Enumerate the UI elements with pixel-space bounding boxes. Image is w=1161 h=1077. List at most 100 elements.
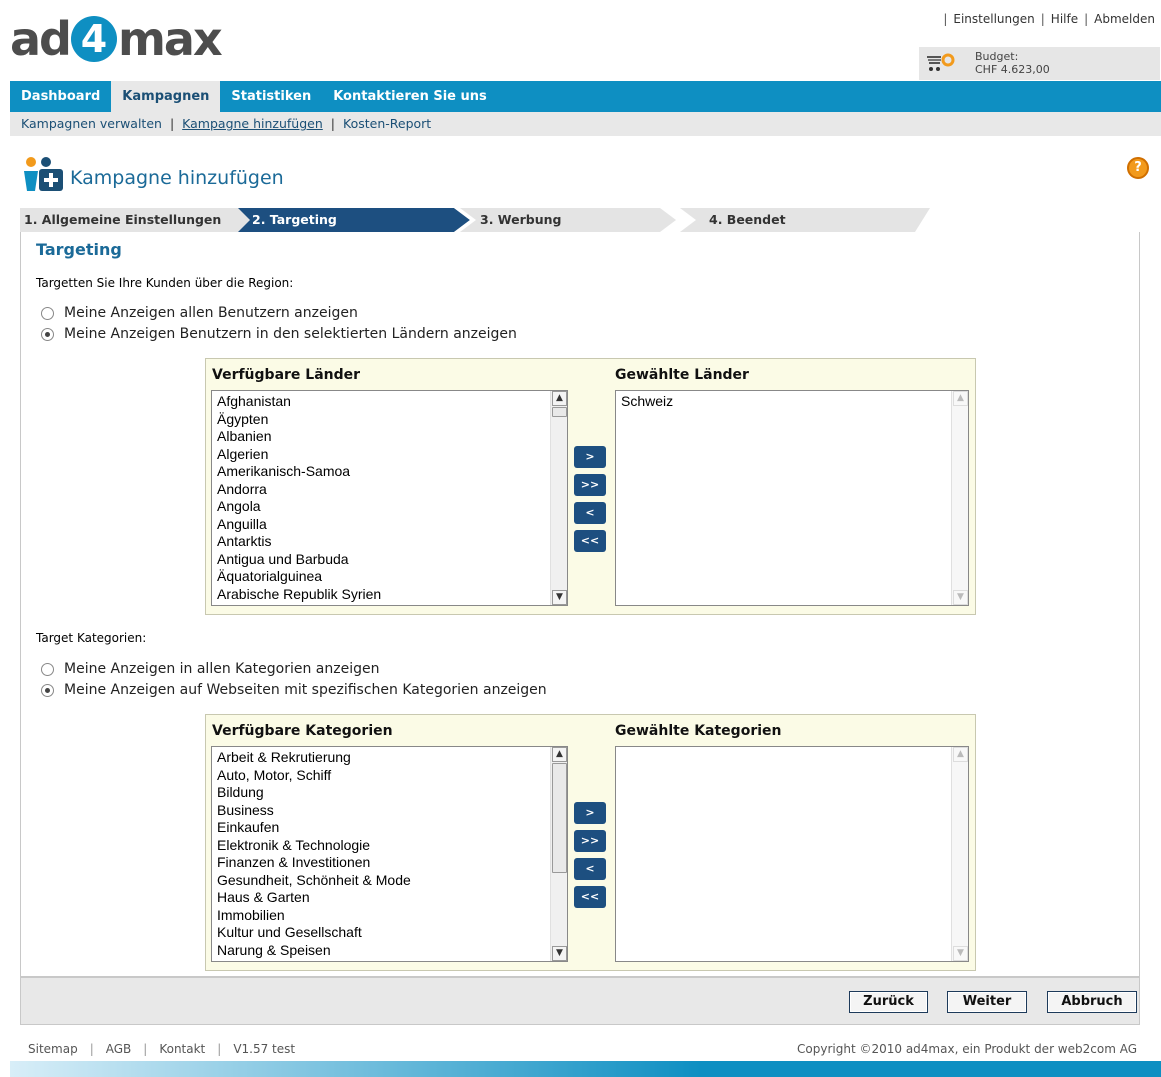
list-option[interactable]: Anguilla: [212, 516, 567, 534]
wizard-steps: 1. Allgemeine Einstellungen 2. Targeting…: [20, 208, 930, 232]
budget-label: Budget:: [975, 50, 1019, 63]
list-option[interactable]: Narung & Speisen: [212, 942, 567, 960]
categories-selected-header: Gewählte Kategorien: [615, 723, 782, 739]
radio-button[interactable]: [41, 662, 54, 676]
category-label: Target Kategorien:: [36, 631, 147, 645]
region-option-selected[interactable]: Meine Anzeigen Benutzern in den selektie…: [41, 326, 517, 342]
logout-link[interactable]: Abmelden: [1094, 12, 1155, 26]
subnav-kampagne-hinzufuegen[interactable]: Kampagne hinzufügen: [182, 116, 323, 131]
list-option[interactable]: Andorra: [212, 481, 567, 499]
nav-statistiken[interactable]: Statistiken: [220, 81, 322, 112]
categories-available-header: Verfügbare Kategorien: [212, 723, 393, 739]
help-icon[interactable]: ?: [1127, 157, 1149, 179]
next-button[interactable]: Weiter: [947, 991, 1027, 1013]
list-option[interactable]: Arbeit & Rekrutierung: [212, 749, 567, 767]
region-label: Targetten Sie Ihre Kunden über die Regio…: [36, 276, 294, 290]
list-option[interactable]: Gesundheit, Schönheit & Mode: [212, 872, 567, 890]
list-option[interactable]: Einkaufen: [212, 819, 567, 837]
radio-button[interactable]: [41, 306, 54, 320]
scroll-up-icon[interactable]: ▲: [552, 391, 567, 406]
list-option[interactable]: Immobilien: [212, 907, 567, 925]
list-option[interactable]: Albanien: [212, 428, 567, 446]
help-link[interactable]: Hilfe: [1051, 12, 1078, 26]
list-option[interactable]: Antarktis: [212, 533, 567, 551]
list-option[interactable]: Antigua und Barbuda: [212, 551, 567, 569]
budget-box: Budget: CHF 4.623,00: [919, 47, 1160, 80]
list-option[interactable]: Afghanistan: [212, 393, 567, 411]
move-left-button[interactable]: <: [574, 502, 606, 524]
top-links: | Einstellungen | Hilfe | Abmelden: [943, 12, 1155, 26]
subnav-kampagnen-verwalten[interactable]: Kampagnen verwalten: [21, 116, 162, 131]
cancel-button[interactable]: Abbruch: [1047, 991, 1137, 1013]
move-right-button[interactable]: >: [574, 802, 606, 824]
scroll-down-icon[interactable]: ▼: [552, 946, 567, 961]
region-option-all[interactable]: Meine Anzeigen allen Benutzern anzeigen: [41, 305, 358, 321]
list-option[interactable]: Angola: [212, 498, 567, 516]
logo-mark: 4: [70, 16, 117, 62]
move-all-right-button[interactable]: >>: [574, 830, 606, 852]
footer: Sitemap | AGB | Kontakt | V1.57 test Copyri…: [28, 1042, 1137, 1056]
logo-text-pre: ad: [10, 12, 72, 66]
logo[interactable]: ad 4 max: [10, 12, 223, 66]
move-right-button[interactable]: >: [574, 446, 606, 468]
scroll-thumb[interactable]: [552, 763, 567, 873]
bottom-strip: [10, 1061, 1161, 1077]
list-option[interactable]: Finanzen & Investitionen: [212, 854, 567, 872]
list-option[interactable]: Bildung: [212, 784, 567, 802]
list-option[interactable]: Business: [212, 802, 567, 820]
categories-available-list[interactable]: Arbeit & Rekrutierung Auto, Motor, Schiff…: [211, 746, 568, 962]
radio-button-checked[interactable]: [41, 683, 54, 697]
scroll-up-icon: ▲: [953, 391, 968, 406]
nav-kontakt[interactable]: Kontaktieren Sie uns: [322, 81, 498, 112]
back-button[interactable]: Zurück: [849, 991, 928, 1013]
list-option[interactable]: Arabische Republik Syrien: [212, 586, 567, 604]
settings-link[interactable]: Einstellungen: [953, 12, 1034, 26]
move-all-left-button[interactable]: <<: [574, 886, 606, 908]
step-1: 1. Allgemeine Einstellungen: [24, 212, 222, 227]
category-option-specific[interactable]: Meine Anzeigen auf Webseiten mit spezifi…: [41, 682, 547, 698]
scroll-down-icon: ▼: [953, 946, 968, 961]
countries-available-header: Verfügbare Länder: [212, 367, 361, 383]
footer-kontakt[interactable]: Kontakt: [159, 1042, 205, 1056]
footer-agb[interactable]: AGB: [106, 1042, 132, 1056]
add-campaign-icon: [24, 157, 63, 191]
move-all-right-button[interactable]: >>: [574, 474, 606, 496]
footer-sitemap[interactable]: Sitemap: [28, 1042, 78, 1056]
scroll-thumb[interactable]: [552, 407, 567, 417]
list-option[interactable]: Haus & Garten: [212, 889, 567, 907]
countries-selected-header: Gewählte Länder: [615, 367, 749, 383]
radio-button-checked[interactable]: [41, 327, 54, 341]
categories-selected-list[interactable]: ▲ ▼: [615, 746, 969, 962]
subnav-kosten-report[interactable]: Kosten-Report: [343, 116, 431, 131]
list-option[interactable]: Ägypten: [212, 411, 567, 429]
category-option-all[interactable]: Meine Anzeigen in allen Kategorien anzei…: [41, 661, 379, 677]
move-left-button[interactable]: <: [574, 858, 606, 880]
countries-panel: Verfügbare Länder Gewählte Länder Afghan…: [205, 358, 976, 615]
footer-copyright: Copyright ©2010 ad4max, ein Produkt der …: [797, 1042, 1137, 1056]
scroll-up-icon: ▲: [953, 747, 968, 762]
scroll-down-icon[interactable]: ▼: [552, 590, 567, 605]
main-nav: Dashboard Kampagnen Statistiken Kontakti…: [10, 81, 1161, 112]
budget-value: CHF 4.623,00: [975, 63, 1050, 76]
scrollbar[interactable]: ▲ ▼: [550, 391, 567, 605]
list-option[interactable]: Algerien: [212, 446, 567, 464]
countries-selected-list[interactable]: Schweiz ▲ ▼: [615, 390, 969, 606]
list-option[interactable]: Schweiz: [616, 393, 968, 411]
scroll-up-icon[interactable]: ▲: [552, 747, 567, 762]
section-title: Targeting: [36, 240, 122, 259]
scrollbar: ▲ ▼: [951, 747, 968, 961]
list-option[interactable]: Kultur und Gesellschaft: [212, 924, 567, 942]
nav-kampagnen[interactable]: Kampagnen: [111, 81, 221, 112]
list-option[interactable]: Auto, Motor, Schiff: [212, 767, 567, 785]
scroll-down-icon: ▼: [953, 590, 968, 605]
list-option[interactable]: Äquatorialguinea: [212, 568, 567, 586]
nav-dashboard[interactable]: Dashboard: [10, 81, 111, 112]
move-all-left-button[interactable]: <<: [574, 530, 606, 552]
countries-available-list[interactable]: Afghanistan Ägypten Albanien Algerien Amerik…: [211, 390, 568, 606]
step-3: 3. Werbung: [480, 212, 562, 227]
scrollbar[interactable]: ▲ ▼: [550, 747, 567, 961]
list-option[interactable]: Elektronik & Technologie: [212, 837, 567, 855]
list-option[interactable]: Amerikanisch-Samoa: [212, 463, 567, 481]
footer-version: V1.57 test: [233, 1042, 296, 1056]
scrollbar: ▲ ▼: [951, 391, 968, 605]
